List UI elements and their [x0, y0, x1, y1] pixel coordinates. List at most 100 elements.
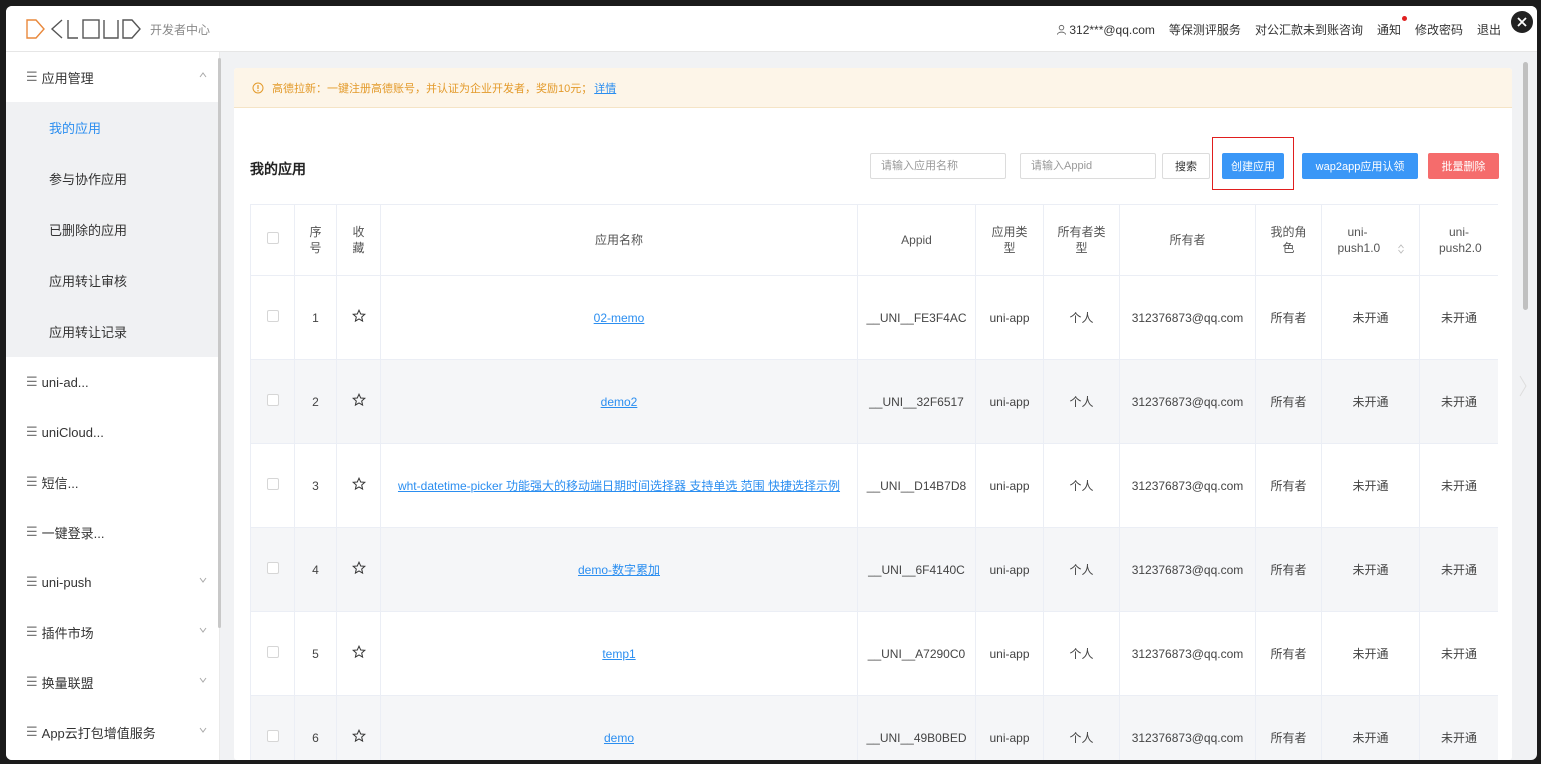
app-name-link[interactable]: demo — [598, 729, 640, 747]
app-name-link[interactable]: temp1 — [596, 645, 641, 663]
row-type: uni-app — [975, 359, 1044, 444]
row-fav-cell[interactable] — [336, 695, 381, 760]
row-owner-type: 个人 — [1043, 527, 1120, 612]
row-checkbox[interactable] — [266, 646, 279, 658]
app-name-link[interactable]: demo-数字累加 — [572, 561, 666, 579]
dcloud-logo-mark — [26, 19, 141, 39]
star-icon[interactable] — [351, 477, 366, 491]
row-role: 所有者 — [1255, 359, 1322, 444]
sort-icon[interactable] — [1397, 244, 1404, 254]
row-select-cell[interactable] — [250, 275, 295, 360]
sidebar-item-deleted-apps[interactable]: 已删除的应用 — [6, 204, 219, 255]
row-name-cell: wht-datetime-picker 功能强大的移动端日期时间选择器 支持单选… — [380, 443, 858, 528]
sidebar-group-one-click-login[interactable]: ☰ 一键登录... — [6, 507, 219, 557]
select-all-checkbox[interactable] — [266, 232, 279, 244]
main-scrollbar[interactable] — [1523, 62, 1528, 310]
sidebar-item-transfer-review[interactable]: 应用转让审核 — [6, 255, 219, 306]
sidebar-group-plugin-market[interactable]: ☰ 插件市场 — [6, 607, 219, 657]
row-checkbox[interactable] — [266, 310, 279, 322]
col-owner-type-label: 所有者类型 — [1057, 225, 1106, 255]
star-icon[interactable] — [351, 393, 366, 407]
table-row[interactable]: 6 demo __UNI__49B0BED uni-app 个人 312376873@qq… — [250, 695, 1498, 760]
list-icon: ☰ — [26, 424, 38, 439]
row-select-cell[interactable] — [250, 443, 295, 528]
chevron-down-icon — [199, 727, 207, 733]
sidebar-item-transfer-log[interactable]: 应用转让记录 — [6, 306, 219, 357]
link-change-password[interactable]: 修改密码 — [1415, 21, 1463, 38]
row-name-cell: demo2 — [380, 359, 858, 444]
user-account[interactable]: 312***@qq.com — [1056, 23, 1155, 37]
star-icon[interactable] — [351, 309, 366, 323]
wap2app-claim-button[interactable]: wap2app应用认领 — [1302, 153, 1418, 179]
dcloud-logo[interactable]: 开发者中心 — [26, 19, 210, 39]
row-select-cell[interactable] — [250, 359, 295, 444]
table-row[interactable]: 2 demo2 __UNI__32F6517 uni-app 个人 312376873@q… — [250, 359, 1498, 444]
table-row[interactable]: 3 wht-datetime-picker 功能强大的移动端日期时间选择器 支持单… — [250, 443, 1498, 528]
sidebar-group-app-mgmt[interactable]: ☰ 应用管理 — [6, 52, 219, 102]
row-fav-cell[interactable] — [336, 527, 381, 612]
col-appid: Appid — [857, 204, 976, 276]
sidebar-group-traffic-alliance[interactable]: ☰ 换量联盟 — [6, 657, 219, 707]
sidebar-group-uni-push[interactable]: ☰ uni-push — [6, 557, 219, 607]
table-row[interactable]: 1 02-memo __UNI__FE3F4AC uni-app 个人 312376873… — [250, 275, 1498, 360]
row-appid: __UNI__A7290C0 — [857, 611, 976, 696]
row-fav-cell[interactable] — [336, 275, 381, 360]
sidebar-group-sms[interactable]: ☰ 短信... — [6, 457, 219, 507]
table-row[interactable]: 5 temp1 __UNI__A7290C0 uni-app 个人 312376873@q… — [250, 611, 1498, 696]
col-push1[interactable]: uni-push1.0 — [1321, 204, 1420, 276]
chevron-down-icon — [199, 627, 207, 633]
batch-delete-button[interactable]: 批量删除 — [1428, 153, 1499, 179]
col-push2: uni-push2.0 — [1419, 204, 1498, 276]
notice-detail-link[interactable]: 详情 — [594, 80, 616, 96]
appid-input[interactable] — [1020, 153, 1156, 179]
sidebar-group-uni-ad[interactable]: ☰ uni-ad... — [6, 357, 219, 407]
table-row[interactable]: 4 demo-数字累加 __UNI__6F4140C uni-app 个人 3123768… — [250, 527, 1498, 612]
sidebar-scrollbar[interactable] — [218, 58, 221, 628]
row-select-cell[interactable] — [250, 527, 295, 612]
link-security-eval[interactable]: 等保测评服务 — [1169, 21, 1241, 38]
app-name-link[interactable]: demo2 — [595, 393, 644, 411]
sidebar-group-app-cloud-build[interactable]: ☰ App云打包增值服务 — [6, 707, 219, 757]
row-push1: 未开通 — [1321, 443, 1420, 528]
col-owner: 所有者 — [1119, 204, 1256, 276]
row-role: 所有者 — [1255, 611, 1322, 696]
sidebar-item-collab-apps[interactable]: 参与协作应用 — [6, 153, 219, 204]
link-transfer-inquiry[interactable]: 对公汇款未到账咨询 — [1255, 21, 1363, 38]
close-icon[interactable] — [1511, 11, 1533, 33]
app-name-link[interactable]: 02-memo — [588, 309, 651, 327]
row-checkbox[interactable] — [266, 394, 279, 406]
sidebar-group-unicloud[interactable]: ☰ uniCloud... — [6, 407, 219, 457]
row-checkbox[interactable] — [266, 562, 279, 574]
row-push2: 未开通 — [1419, 527, 1498, 612]
row-type: uni-app — [975, 275, 1044, 360]
col-role: 我的角色 — [1255, 204, 1322, 276]
star-icon[interactable] — [351, 561, 366, 575]
row-role: 所有者 — [1255, 443, 1322, 528]
link-notifications[interactable]: 通知 — [1377, 16, 1407, 38]
app-name-link[interactable]: wht-datetime-picker 功能强大的移动端日期时间选择器 支持单选… — [392, 477, 846, 495]
table-header-row: 序号 收藏 应用名称 Appid 应用类型 所有者类型 所有者 我的角色 uni… — [250, 204, 1498, 276]
star-icon[interactable] — [351, 645, 366, 659]
row-fav-cell[interactable] — [336, 443, 381, 528]
star-icon[interactable] — [351, 729, 366, 743]
top-header: 开发者中心 312***@qq.com 等保测评服务 对公汇款未到账咨询 通知 … — [6, 6, 1537, 52]
row-index: 5 — [294, 611, 337, 696]
sidebar-item-my-apps[interactable]: 我的应用 — [6, 102, 219, 153]
link-logout[interactable]: 退出 — [1477, 21, 1501, 38]
col-push1-label: uni-push1.0 — [1337, 225, 1381, 255]
row-fav-cell[interactable] — [336, 359, 381, 444]
select-all-cell[interactable] — [250, 204, 295, 276]
create-button-highlight — [1212, 137, 1294, 190]
row-checkbox[interactable] — [266, 730, 279, 742]
app-name-input[interactable] — [870, 153, 1006, 179]
row-owner: 312376873@qq.com — [1119, 611, 1256, 696]
search-button[interactable]: 搜索 — [1162, 153, 1210, 179]
row-select-cell[interactable] — [250, 695, 295, 760]
row-push1: 未开通 — [1321, 275, 1420, 360]
row-checkbox[interactable] — [266, 478, 279, 490]
chevron-right-icon[interactable] — [1518, 374, 1528, 398]
row-fav-cell[interactable] — [336, 611, 381, 696]
app-window: 开发者中心 312***@qq.com 等保测评服务 对公汇款未到账咨询 通知 … — [6, 6, 1537, 760]
row-select-cell[interactable] — [250, 611, 295, 696]
row-owner: 312376873@qq.com — [1119, 359, 1256, 444]
